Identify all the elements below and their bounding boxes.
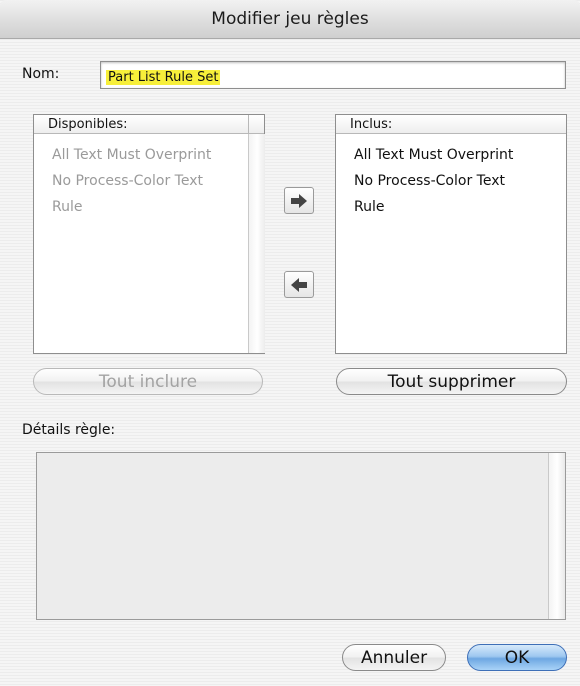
available-item: All Text Must Overprint <box>52 147 212 163</box>
add-rule-button[interactable] <box>284 187 314 214</box>
available-list-title: Disponibles: <box>48 117 128 132</box>
included-item[interactable]: Rule <box>354 199 384 215</box>
cancel-button[interactable]: Annuler <box>342 644 446 671</box>
header-divider <box>248 115 249 134</box>
included-list-title: Inclus: <box>350 117 393 132</box>
details-label: Détails règle: <box>22 422 116 438</box>
details-scrollbar[interactable] <box>548 453 565 619</box>
right-arrow-icon <box>291 193 307 208</box>
remove-all-button[interactable]: Tout supprimer <box>336 368 567 395</box>
available-list-header: Disponibles: <box>34 115 264 134</box>
remove-rule-button[interactable] <box>284 271 314 298</box>
name-input-value: Part List Rule Set <box>106 70 221 85</box>
available-item: No Process-Color Text <box>52 173 203 189</box>
include-all-button[interactable]: Tout inclure <box>33 368 263 395</box>
included-rules-list[interactable]: Inclus: All Text Must Overprint No Proce… <box>335 114 567 354</box>
included-item[interactable]: All Text Must Overprint <box>354 147 513 163</box>
available-rules-list[interactable]: Disponibles: All Text Must Overprint No … <box>33 114 265 354</box>
included-item[interactable]: No Process-Color Text <box>354 173 505 189</box>
included-list-header: Inclus: <box>336 115 566 134</box>
available-list-scrollbar[interactable] <box>248 134 265 353</box>
rule-details-area[interactable] <box>36 452 566 620</box>
name-input[interactable]: Part List Rule Set <box>100 61 566 89</box>
modify-rule-set-dialog: Modifier jeu règles Nom: Part List Rule … <box>0 0 580 686</box>
available-item: Rule <box>52 199 83 215</box>
left-arrow-icon <box>291 277 307 292</box>
window-title-bar[interactable]: Modifier jeu règles <box>0 0 580 39</box>
name-label: Nom: <box>22 66 60 82</box>
window-title: Modifier jeu règles <box>211 9 369 29</box>
ok-button[interactable]: OK <box>467 644 567 671</box>
